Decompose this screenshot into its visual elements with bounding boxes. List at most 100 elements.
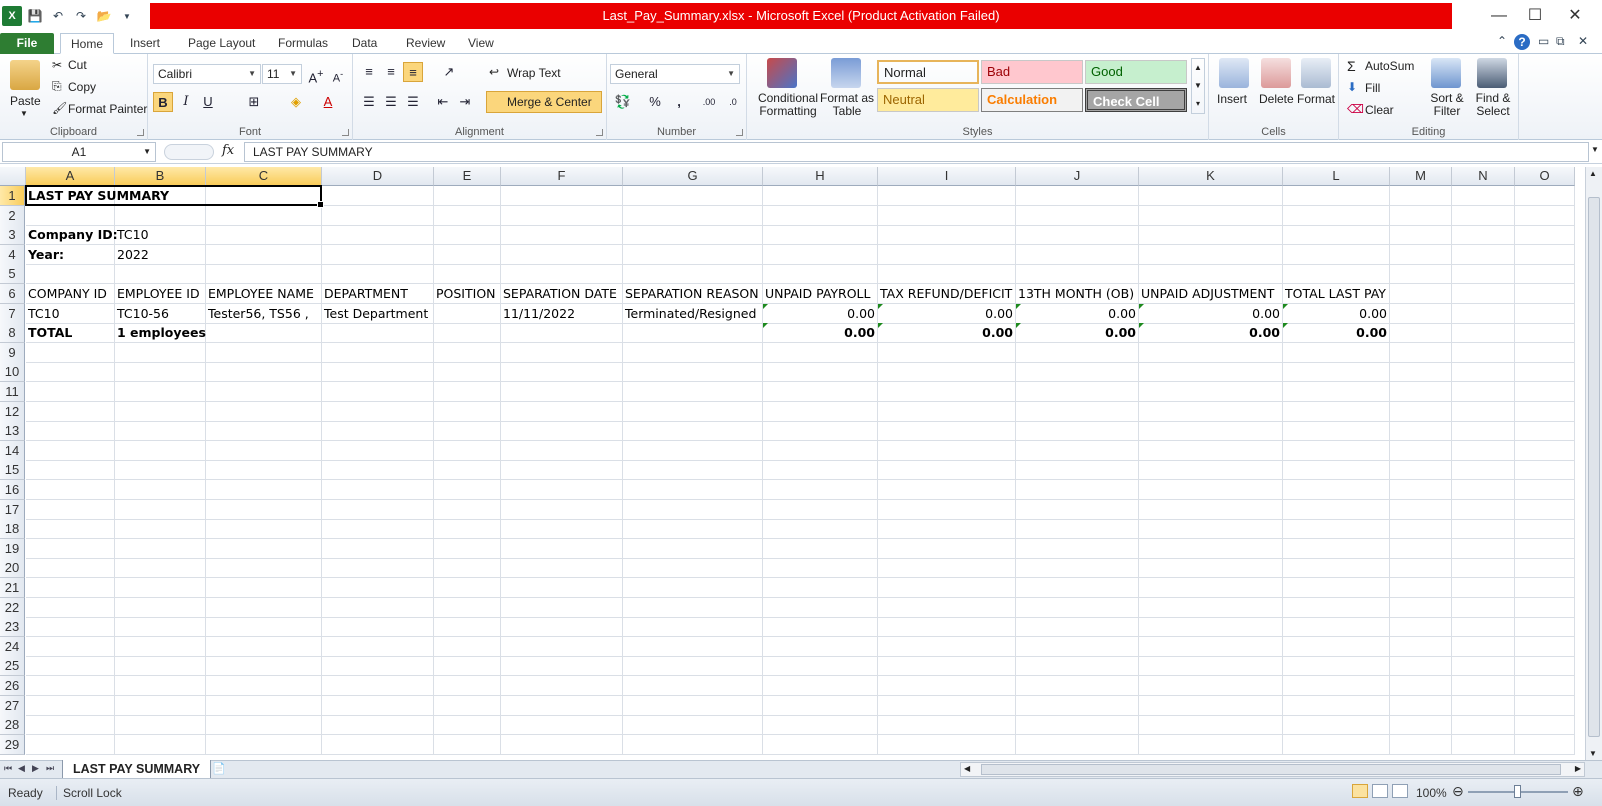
cell-j23[interactable] xyxy=(1016,617,1139,638)
cell-e1[interactable] xyxy=(434,186,501,206)
cell-g13[interactable] xyxy=(623,421,763,442)
cell-g3[interactable] xyxy=(623,225,763,246)
autosum-button[interactable]: AutoSum xyxy=(1365,59,1414,73)
cell-j21[interactable] xyxy=(1016,578,1139,598)
cell-e13[interactable] xyxy=(434,421,501,442)
cell-a18[interactable] xyxy=(26,519,115,540)
row-header-4[interactable]: 4 xyxy=(0,244,25,265)
cell-g19[interactable] xyxy=(623,538,763,559)
cell-b29[interactable] xyxy=(115,734,206,755)
font-size-dropdown[interactable]: 11 ▼ xyxy=(262,64,302,84)
cell-o20[interactable] xyxy=(1515,558,1575,579)
formula-input[interactable]: LAST PAY SUMMARY xyxy=(244,142,1589,162)
zoom-in-icon[interactable]: ⊕ xyxy=(1572,783,1584,800)
workbook-restore-icon[interactable]: ⧉ xyxy=(1556,34,1565,49)
insert-sheet-icon[interactable]: 📄 xyxy=(212,762,232,777)
cell-g17[interactable] xyxy=(623,499,763,520)
align-left-icon[interactable]: ☰ xyxy=(359,92,379,112)
cell-j18[interactable] xyxy=(1016,519,1139,540)
cell-i25[interactable] xyxy=(878,656,1016,677)
cell-c25[interactable] xyxy=(206,656,322,677)
cell-a26[interactable] xyxy=(26,676,115,696)
cell-i17[interactable] xyxy=(878,499,1016,520)
cell-k8[interactable]: 0.00 xyxy=(1139,323,1283,344)
column-header-o[interactable]: O xyxy=(1515,167,1575,186)
cell-k19[interactable] xyxy=(1139,538,1283,559)
cell-a11[interactable] xyxy=(26,382,115,402)
sort-filter-button[interactable]: Sort & Filter xyxy=(1423,92,1471,118)
cell-o15[interactable] xyxy=(1515,460,1575,481)
cell-e10[interactable] xyxy=(434,362,501,383)
cell-h17[interactable] xyxy=(763,499,878,520)
cell-a24[interactable] xyxy=(26,636,115,657)
cell-l4[interactable] xyxy=(1283,244,1390,265)
cell-i23[interactable] xyxy=(878,617,1016,638)
cell-i8[interactable]: 0.00 xyxy=(878,323,1016,344)
cell-g2[interactable] xyxy=(623,205,763,226)
cell-e17[interactable] xyxy=(434,499,501,520)
cell-a14[interactable] xyxy=(26,440,115,461)
zoom-slider-knob[interactable] xyxy=(1514,785,1521,798)
italic-button[interactable]: I xyxy=(176,92,196,112)
row-header-17[interactable]: 17 xyxy=(0,499,25,520)
cell-n22[interactable] xyxy=(1452,597,1515,618)
cell-j14[interactable] xyxy=(1016,440,1139,461)
cell-i21[interactable] xyxy=(878,578,1016,598)
cell-l20[interactable] xyxy=(1283,558,1390,579)
cell-i6[interactable]: TAX REFUND/DEFICIT xyxy=(878,284,1016,304)
cell-n8[interactable] xyxy=(1452,323,1515,344)
font-launcher-icon[interactable] xyxy=(342,129,349,136)
cell-o26[interactable] xyxy=(1515,676,1575,696)
cell-o8[interactable] xyxy=(1515,323,1575,344)
cell-c4[interactable] xyxy=(206,244,322,265)
row-header-22[interactable]: 22 xyxy=(0,597,25,618)
cell-m10[interactable] xyxy=(1390,362,1452,383)
cell-j9[interactable] xyxy=(1016,342,1139,363)
normal-view-icon[interactable] xyxy=(1352,784,1368,798)
cell-l13[interactable] xyxy=(1283,421,1390,442)
cell-i12[interactable] xyxy=(878,401,1016,422)
cell-m2[interactable] xyxy=(1390,205,1452,226)
cell-i15[interactable] xyxy=(878,460,1016,481)
cell-n1[interactable] xyxy=(1452,186,1515,206)
cell-b5[interactable] xyxy=(115,264,206,285)
expand-formula-bar-icon[interactable]: ▼ xyxy=(1591,145,1599,154)
row-header-13[interactable]: 13 xyxy=(0,421,25,442)
cell-d18[interactable] xyxy=(322,519,434,540)
cell-c24[interactable] xyxy=(206,636,322,657)
cell-f17[interactable] xyxy=(501,499,623,520)
cell-c1[interactable] xyxy=(206,186,322,206)
cell-k14[interactable] xyxy=(1139,440,1283,461)
cell-d26[interactable] xyxy=(322,676,434,696)
decrease-decimal-icon[interactable]: .0 xyxy=(723,92,743,112)
cell-m4[interactable] xyxy=(1390,244,1452,265)
cell-i1[interactable] xyxy=(878,186,1016,206)
row-header-24[interactable]: 24 xyxy=(0,636,25,657)
cell-j27[interactable] xyxy=(1016,695,1139,716)
cell-h19[interactable] xyxy=(763,538,878,559)
cell-j11[interactable] xyxy=(1016,382,1139,402)
row-header-27[interactable]: 27 xyxy=(0,695,25,716)
cell-n18[interactable] xyxy=(1452,519,1515,540)
percent-style-icon[interactable]: % xyxy=(645,92,665,112)
cell-n9[interactable] xyxy=(1452,342,1515,363)
align-middle-icon[interactable]: ≡ xyxy=(381,62,401,82)
cell-c5[interactable] xyxy=(206,264,322,285)
cell-k26[interactable] xyxy=(1139,676,1283,696)
bold-button[interactable]: B xyxy=(153,92,173,112)
page-break-view-icon[interactable] xyxy=(1392,784,1408,798)
cell-k7[interactable]: 0.00 xyxy=(1139,303,1283,324)
cell-a13[interactable] xyxy=(26,421,115,442)
cell-l23[interactable] xyxy=(1283,617,1390,638)
column-header-c[interactable]: C xyxy=(206,167,322,186)
cell-i14[interactable] xyxy=(878,440,1016,461)
cell-g6[interactable]: SEPARATION REASON xyxy=(623,284,763,304)
cell-f20[interactable] xyxy=(501,558,623,579)
cell-o10[interactable] xyxy=(1515,362,1575,383)
cell-n17[interactable] xyxy=(1452,499,1515,520)
cell-a27[interactable] xyxy=(26,695,115,716)
cell-f13[interactable] xyxy=(501,421,623,442)
row-header-10[interactable]: 10 xyxy=(0,362,25,383)
cell-c16[interactable] xyxy=(206,480,322,500)
cell-m24[interactable] xyxy=(1390,636,1452,657)
